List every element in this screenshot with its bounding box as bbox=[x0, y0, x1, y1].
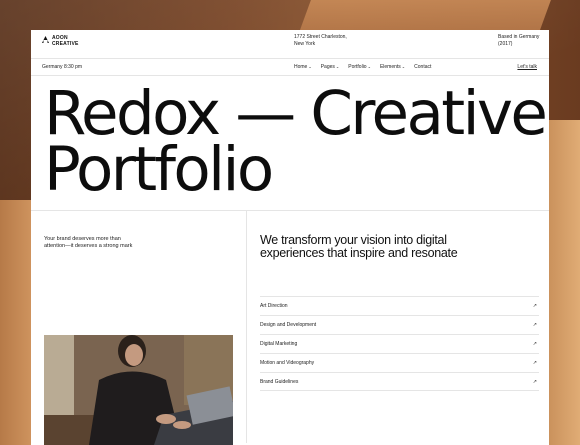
logo-line-2: CREATIVE bbox=[52, 40, 79, 47]
nav-item-pages[interactable]: Pages⌄ bbox=[321, 64, 340, 70]
service-item-design-development[interactable]: Design and Development ↗ bbox=[260, 315, 539, 334]
service-label: Brand Guidelines bbox=[260, 378, 299, 385]
logo-text: AOON CREATIVE bbox=[52, 35, 79, 47]
intro-section: Your brand deserves more than attention—… bbox=[31, 211, 549, 445]
lets-talk-link[interactable]: Let's talk bbox=[517, 64, 537, 70]
chevron-down-icon: ⌄ bbox=[367, 64, 371, 69]
chevron-down-icon: ⌄ bbox=[335, 64, 340, 69]
based-info: Based in Germany (2017) bbox=[498, 34, 539, 47]
service-label: Motion and Videography bbox=[260, 360, 315, 366]
top-bar: AOON CREATIVE 1772 Street Charleston, Ne… bbox=[31, 30, 549, 59]
person-with-laptop-photo bbox=[44, 335, 233, 445]
local-time: Germany 8:30 pm bbox=[42, 64, 83, 70]
arrow-up-right-icon: ↗ bbox=[532, 322, 537, 328]
nav-item-label: Home bbox=[294, 64, 308, 70]
address: 1772 Street Charleston, New York bbox=[294, 34, 347, 47]
tagline: Your brand deserves more than attention—… bbox=[44, 236, 133, 249]
service-item-brand-guidelines[interactable]: Brand Guidelines ↗ bbox=[260, 372, 539, 391]
logo-mark-icon bbox=[42, 36, 49, 43]
based-line-2: (2017) bbox=[498, 40, 513, 47]
address-line-2: New York bbox=[294, 40, 316, 47]
hero-title-line-2: Portfolio bbox=[44, 134, 274, 205]
nav-item-elements[interactable]: Elements⌄ bbox=[380, 64, 405, 70]
service-item-motion-videography[interactable]: Motion and Videography ↗ bbox=[260, 353, 539, 372]
chevron-down-icon: ⌄ bbox=[401, 64, 406, 69]
nav-item-label: Elements bbox=[379, 64, 401, 70]
services-list: Art Direction ↗ Design and Development ↗… bbox=[260, 296, 539, 391]
chevron-down-icon: ⌄ bbox=[308, 64, 312, 69]
arrow-up-right-icon: ↗ bbox=[532, 360, 537, 366]
arrow-up-right-icon: ↗ bbox=[532, 341, 537, 347]
service-item-art-direction[interactable]: Art Direction ↗ bbox=[260, 296, 539, 315]
nav-bar: Germany 8:30 pm Home⌄ Pages⌄ Portfolio⌄ … bbox=[31, 59, 549, 76]
column-divider bbox=[246, 211, 247, 443]
service-item-digital-marketing[interactable]: Digital Marketing ↗ bbox=[260, 334, 539, 353]
service-label: Art Direction bbox=[260, 303, 288, 309]
service-label: Design and Development bbox=[260, 322, 317, 328]
website-frame: AOON CREATIVE 1772 Street Charleston, Ne… bbox=[31, 30, 549, 445]
main-menu: Home⌄ Pages⌄ Portfolio⌄ Elements⌄ Contac… bbox=[294, 64, 431, 70]
hero-section: Redox — Creative Portfolio bbox=[31, 76, 549, 211]
nav-item-label: Contact bbox=[414, 64, 432, 70]
nav-item-contact[interactable]: Contact bbox=[414, 64, 431, 70]
site-logo[interactable]: AOON CREATIVE bbox=[42, 35, 79, 47]
nav-item-home[interactable]: Home⌄ bbox=[294, 64, 312, 70]
based-line-1: Based in Germany bbox=[498, 34, 540, 40]
nav-item-label: Portfolio bbox=[348, 64, 367, 70]
address-line-1: 1772 Street Charleston, bbox=[294, 34, 347, 40]
nav-item-label: Pages bbox=[320, 64, 335, 70]
section-headline: We transform your vision into digital ex… bbox=[260, 233, 458, 260]
hero-title: Redox — Creative Portfolio bbox=[44, 83, 548, 205]
nav-item-portfolio[interactable]: Portfolio⌄ bbox=[348, 64, 371, 70]
arrow-up-right-icon: ↗ bbox=[532, 303, 537, 309]
arrow-up-right-icon: ↗ bbox=[532, 378, 537, 385]
service-label: Digital Marketing bbox=[260, 341, 298, 347]
